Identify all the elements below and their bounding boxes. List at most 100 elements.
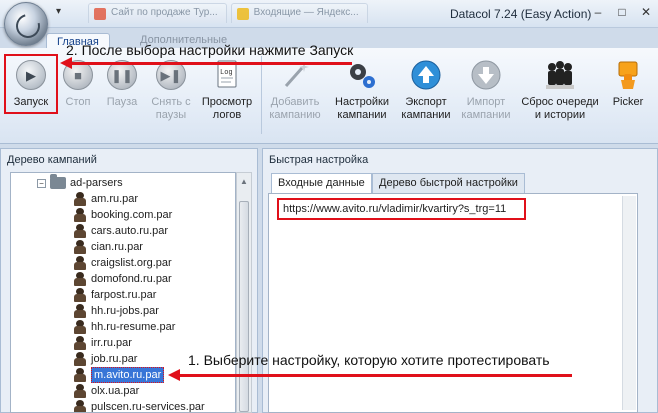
pause-label: Пауза: [106, 96, 138, 108]
resume-button[interactable]: ▶❚ Снять с паузы: [146, 58, 196, 138]
parser-icon: [73, 320, 87, 334]
input-data-textarea[interactable]: [268, 193, 638, 413]
tree-item[interactable]: domofond.ru.par: [73, 271, 172, 287]
mail-favicon-icon: [236, 8, 249, 20]
highlight-url-box: [277, 198, 526, 220]
view-logs-label: Просмотр логов: [201, 96, 253, 121]
browser-tab-2-label: Входящие — Яндекс...: [253, 7, 359, 18]
tree-item[interactable]: am.ru.par: [73, 191, 138, 207]
tree-item-label: booking.com.par: [91, 209, 173, 221]
parser-icon: [73, 256, 87, 270]
tree-item-label: farpost.ru.par: [91, 289, 157, 301]
import-icon: [469, 58, 503, 92]
import-campaign-label: Импорт кампании: [461, 96, 511, 121]
tree-item-label: domofond.ru.par: [91, 273, 172, 285]
maximize-icon[interactable]: □: [612, 4, 632, 22]
tree-item-label: irr.ru.par: [91, 337, 132, 349]
input-scrollbar[interactable]: [622, 196, 636, 410]
app-title: Datacol 7.24 (Easy Action): [450, 7, 592, 21]
parser-icon: [73, 384, 87, 398]
import-campaign-button[interactable]: Импорт кампании: [458, 58, 514, 138]
tree-item-label: cars.auto.ru.par: [91, 225, 169, 237]
browser-tab-2[interactable]: Входящие — Яндекс...: [230, 3, 368, 23]
parser-icon: [73, 368, 87, 382]
tree-item-label: hh.ru-jobs.par: [91, 305, 159, 317]
tree-item[interactable]: irr.ru.par: [73, 335, 132, 351]
parser-icon: [73, 304, 87, 318]
collapse-icon[interactable]: −: [37, 178, 46, 188]
close-icon[interactable]: ✕: [636, 4, 656, 22]
tree-item[interactable]: olx.ua.par: [73, 383, 139, 399]
tree-item[interactable]: job.ru.par: [73, 351, 137, 367]
tree-item[interactable]: hh.ru-resume.par: [73, 319, 175, 335]
reset-queue-label: Сброс очереди и истории: [521, 96, 599, 121]
tree-item[interactable]: cars.auto.ru.par: [73, 223, 168, 239]
parser-icon: [73, 288, 87, 302]
quick-access-dropdown-icon[interactable]: ▾: [56, 6, 61, 17]
tree-item[interactable]: craigslist.org.par: [73, 255, 172, 271]
tree-item[interactable]: pulscen.ru-services.par: [73, 399, 205, 413]
reset-queue-button[interactable]: Сброс очереди и истории: [518, 58, 602, 138]
add-campaign-label: Добавить кампанию: [269, 96, 321, 121]
add-campaign-button[interactable]: Добавить кампанию: [266, 58, 324, 138]
tree-item-label: hh.ru-resume.par: [91, 321, 176, 333]
annotation-arrowhead-2: [60, 57, 72, 69]
picker-icon: [611, 58, 645, 92]
app-menu-orb[interactable]: [4, 2, 48, 46]
tree-item[interactable]: cian.ru.par: [73, 239, 143, 255]
quick-setup-title: Быстрая настройка: [269, 154, 369, 166]
folder-label: ad-parsers: [70, 177, 123, 189]
picker-label: Picker: [612, 96, 644, 108]
view-logs-button[interactable]: Log Просмотр логов: [198, 58, 256, 138]
parser-icon: [73, 272, 87, 286]
tree-item-label: pulscen.ru-services.par: [91, 401, 205, 413]
stop-button[interactable]: ■ Стоп: [58, 58, 98, 138]
annotation-step-2: 2. После выбора настройки нажмите Запуск: [66, 42, 354, 58]
parser-icon: [73, 240, 87, 254]
tree-item[interactable]: farpost.ru.par: [73, 287, 156, 303]
campaign-settings-button[interactable]: Настройки кампании: [330, 58, 394, 138]
stop-label: Стоп: [65, 96, 91, 108]
export-icon: [409, 58, 443, 92]
tree-item[interactable]: hh.ru-jobs.par: [73, 303, 159, 319]
annotation-step-1: 1. Выберите настройку, которую хотите пр…: [188, 352, 550, 368]
parser-icon: [73, 208, 87, 222]
highlight-start-box: [4, 54, 58, 114]
scroll-up-icon[interactable]: ▲: [240, 177, 248, 186]
pause-button[interactable]: ❚❚ Пауза: [101, 58, 143, 138]
parser-icon: [73, 336, 87, 350]
parser-icon: [73, 224, 87, 238]
browser-tabs: Сайт по продаже Тур... Входящие — Яндекс…: [88, 3, 368, 23]
tree-item[interactable]: m.avito.ru.par: [73, 367, 165, 383]
parser-icon: [73, 400, 87, 412]
tree-item-label: m.avito.ru.par: [91, 367, 165, 383]
minimize-icon[interactable]: –: [588, 4, 608, 22]
annotation-arrowhead-1: [168, 369, 180, 381]
export-campaign-button[interactable]: Экспорт кампании: [398, 58, 454, 138]
tree-item-label: olx.ua.par: [91, 385, 140, 397]
ribbon-separator: [261, 56, 262, 134]
export-campaign-label: Экспорт кампании: [401, 96, 451, 121]
reset-queue-icon: [543, 58, 577, 92]
title-bar: ▾ Сайт по продаже Тур... Входящие — Янде…: [0, 0, 658, 46]
annotation-arrow-1: [180, 374, 572, 377]
picker-button[interactable]: Picker: [606, 58, 650, 138]
tab-quick-setup-tree[interactable]: Дерево быстрой настройки: [372, 173, 525, 193]
tree-folder-ad-parsers[interactable]: − ad-parsers: [37, 174, 123, 191]
tree-item[interactable]: booking.com.par: [73, 207, 172, 223]
browser-tab-1[interactable]: Сайт по продаже Тур...: [88, 3, 227, 23]
tree-item-label: cian.ru.par: [91, 241, 143, 253]
campaign-tree-title: Дерево кампаний: [7, 154, 97, 166]
tree-item-label: am.ru.par: [91, 193, 139, 205]
svg-text:Log: Log: [220, 69, 233, 77]
parser-icon: [73, 352, 87, 366]
resume-label: Снять с паузы: [151, 96, 191, 121]
tree-item-label: job.ru.par: [91, 353, 138, 365]
tree-scrollbar-thumb[interactable]: [239, 201, 249, 412]
site-favicon-icon: [94, 8, 106, 20]
campaign-settings-label: Настройки кампании: [335, 96, 389, 121]
parser-icon: [73, 192, 87, 206]
tree-item-label: craigslist.org.par: [91, 257, 172, 269]
annotation-arrow-2: [72, 62, 352, 65]
tab-input-data[interactable]: Входные данные: [271, 173, 372, 194]
